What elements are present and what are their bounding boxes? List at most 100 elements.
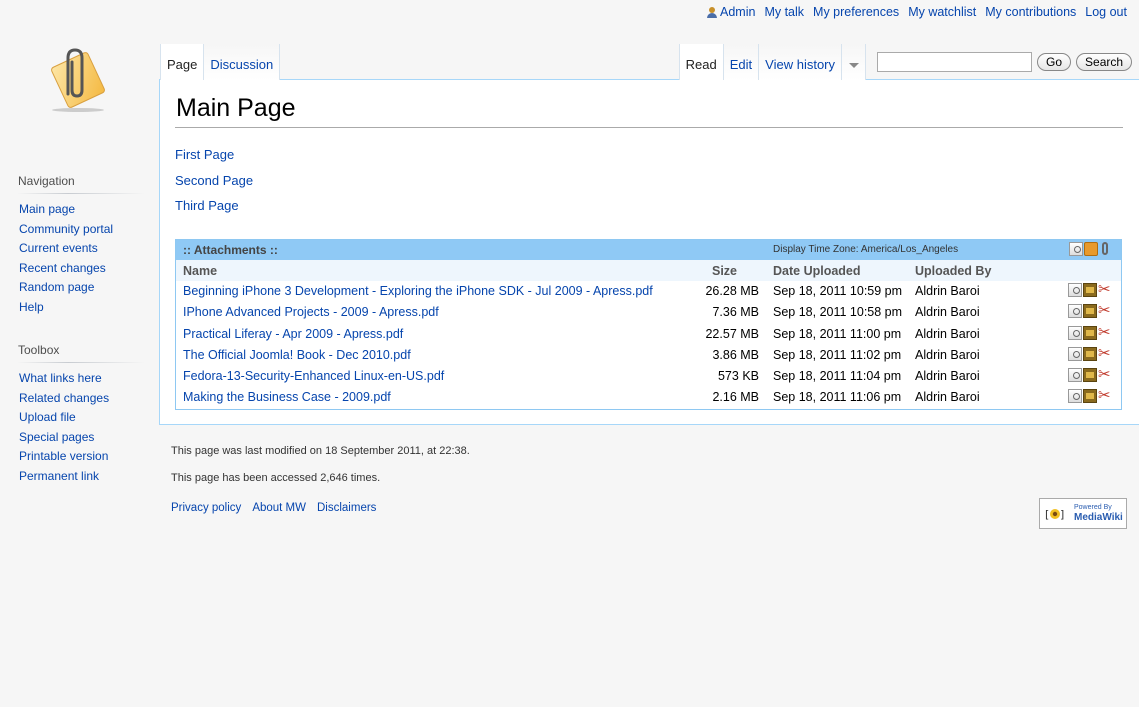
view-icon[interactable] [1068,325,1082,340]
timezone-label: Display Time Zone: America/Los_Angeles [773,244,959,255]
attachments-column-headers: Name Size Date Uploaded Uploaded By [176,260,1121,281]
namespace-tabs: Page Discussion [160,44,281,80]
scissors-icon[interactable] [1098,280,1112,298]
view-icon[interactable] [1068,389,1082,404]
tab-read[interactable]: Read [678,44,724,80]
disclaimers-link[interactable]: Disclaimers [317,502,376,514]
col-uploaded-by[interactable]: Uploaded By [915,264,991,278]
attachment-size: 22.57 MB [705,326,759,341]
my-watchlist-link[interactable]: My watchlist [908,5,976,19]
more-actions-dropdown[interactable] [842,44,866,80]
log-out-link[interactable]: Log out [1085,5,1127,19]
edit-icon[interactable] [1083,325,1097,340]
attachment-date: Sep 18, 2011 11:04 pm [773,369,902,384]
site-logo[interactable] [38,44,118,116]
view-icon[interactable] [1068,304,1082,319]
col-date-uploaded[interactable]: Date Uploaded [773,264,861,278]
user-link[interactable]: Admin [707,5,755,19]
attachment-name-link[interactable]: Making the Business Case - 2009.pdf [183,390,391,404]
search-form: Go Search [877,52,1133,72]
second-page-link[interactable]: Second Page [175,168,253,194]
tab-discussion[interactable]: Discussion [204,44,281,80]
row-actions [1068,344,1112,362]
my-talk-link[interactable]: My talk [764,5,804,19]
tool-special-pages[interactable]: Special pages [19,430,94,444]
col-size[interactable]: Size [712,264,737,278]
table-row: The Official Joomla! Book - Dec 2010.pdf… [176,344,1121,366]
row-actions [1068,323,1112,341]
attachment-name-link[interactable]: IPhone Advanced Projects - 2009 - Apress… [183,305,439,319]
tool-upload-file[interactable]: Upload file [19,410,76,424]
chevron-down-icon [848,63,859,68]
attachment-user: Aldrin Baroi [915,326,980,341]
scissors-icon[interactable] [1098,344,1112,362]
col-name[interactable]: Name [183,264,217,278]
view-icon[interactable] [1068,346,1082,361]
scissors-icon[interactable] [1098,323,1112,341]
nav-random-page[interactable]: Random page [19,280,94,294]
nav-help[interactable]: Help [19,300,44,314]
scissors-icon[interactable] [1098,365,1112,383]
page-links: First Page Second Page Third Page [175,142,253,219]
attachment-name-link[interactable]: Fedora-13-Security-Enhanced Linux-en-US.… [183,369,444,383]
go-button[interactable]: Go [1037,53,1072,71]
tab-view-history-label[interactable]: View history [765,57,835,72]
edit-icon[interactable] [1083,304,1097,319]
table-row: Beginning iPhone 3 Development - Explori… [176,280,1121,302]
table-row: Practical Liferay - Apr 2009 - Apress.pd… [176,323,1121,345]
tab-view-history[interactable]: View history [759,44,842,80]
edit-icon[interactable] [1083,389,1097,404]
tab-edit-label[interactable]: Edit [730,57,752,72]
attachment-name-link[interactable]: Practical Liferay - Apr 2009 - Apress.pd… [183,327,403,341]
attachment-name-link[interactable]: The Official Joomla! Book - Dec 2010.pdf [183,348,411,362]
attachments-panel: :: Attachments :: Display Time Zone: Ame… [175,239,1122,410]
scissors-icon[interactable] [1098,386,1112,404]
search-button[interactable]: Search [1076,53,1133,71]
user-name-link[interactable]: Admin [720,5,755,19]
view-icon[interactable] [1068,368,1082,383]
tool-permanent-link[interactable]: Permanent link [19,469,99,483]
edit-icon[interactable] [1083,346,1097,361]
attachment-date: Sep 18, 2011 10:58 pm [773,305,903,320]
tab-page[interactable]: Page [160,44,205,80]
view-icon[interactable] [1069,242,1083,256]
tab-page-label: Page [167,57,198,72]
privacy-policy-link[interactable]: Privacy policy [171,502,241,514]
edit-icon[interactable] [1083,368,1097,383]
attachment-size: 2.16 MB [712,390,759,405]
tool-what-links-here[interactable]: What links here [19,371,102,385]
row-actions [1068,301,1112,319]
scissors-icon[interactable] [1098,301,1112,319]
nav-current-events[interactable]: Current events [19,241,98,255]
my-preferences-link[interactable]: My preferences [813,5,899,19]
paperclip-icon[interactable] [1099,242,1113,256]
navigation-heading: Navigation [18,174,144,194]
edit-icon[interactable] [1083,283,1097,297]
tool-related-changes[interactable]: Related changes [19,391,109,405]
attachment-size: 573 KB [717,369,759,384]
tab-edit[interactable]: Edit [723,44,760,80]
first-page-link[interactable]: First Page [175,142,253,168]
attachments-header: :: Attachments :: Display Time Zone: Ame… [176,240,1121,260]
search-input[interactable] [877,52,1032,72]
nav-recent-changes[interactable]: Recent changes [19,261,106,275]
title-divider [175,127,1123,128]
my-contributions-link[interactable]: My contributions [985,5,1076,19]
table-row: Fedora-13-Security-Enhanced Linux-en-US.… [176,365,1121,387]
powered-by-mediawiki-badge[interactable]: [ ] Powered By MediaWiki [1039,498,1127,529]
tab-read-label: Read [685,57,717,72]
tool-printable-version[interactable]: Printable version [19,449,108,463]
nav-main-page[interactable]: Main page [19,202,75,216]
page-title: Main Page [176,94,296,122]
nav-community-portal[interactable]: Community portal [19,222,113,236]
attachment-user: Aldrin Baroi [915,347,980,362]
attachment-name-link[interactable]: Beginning iPhone 3 Development - Explori… [183,284,653,298]
about-link[interactable]: About MW [252,502,306,514]
attachment-date: Sep 18, 2011 11:00 pm [773,326,902,341]
tab-discussion-label[interactable]: Discussion [210,57,273,72]
third-page-link[interactable]: Third Page [175,193,253,219]
attachments-header-actions [1069,242,1113,256]
folder-icon[interactable] [1084,242,1098,256]
view-icon[interactable] [1068,283,1082,297]
last-modified-text: This page was last modified on 18 Septem… [171,445,470,457]
